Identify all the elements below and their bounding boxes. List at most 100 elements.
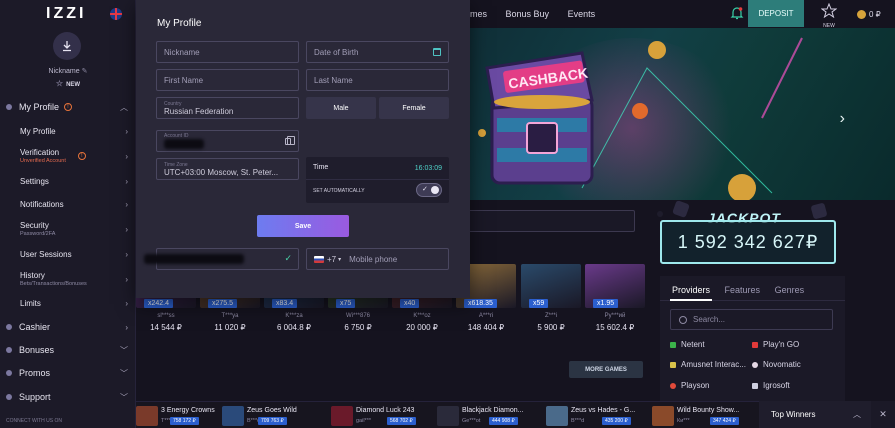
multiplier-badge: x242.4 [144,299,174,308]
tab-genres[interactable]: Genres [775,285,805,295]
sidebar: IZZI Nickname ✎ ☆ NEW My Profile ! ︿ My P… [0,0,136,428]
top-winners-button[interactable]: Top Winners ︿ [759,401,871,428]
wallet-icon [6,324,12,330]
ticker-item[interactable]: Zeus vs Hades - G... B***d 435 200 ₽ [546,406,646,426]
game-search-input[interactable] [442,210,635,232]
nickname-field[interactable]: Nickname [156,41,299,63]
sidebar-item-security[interactable]: Security Password/2FA › [20,221,136,237]
ticker-item[interactable]: Diamond Luck 243 gail*** 568 702 ₽ [331,406,431,426]
search-icon [679,315,687,324]
gender-male-button[interactable]: Male [306,97,376,119]
sidebar-item-my-profile-section[interactable]: My Profile ! ︿ [0,102,136,112]
save-button[interactable]: Save [257,215,349,237]
time-zone-field[interactable]: Time Zone UTC+03:00 Moscow, St. Peter... [156,158,299,180]
sidebar-item-promos[interactable]: Promos ﹀ [0,368,136,378]
ticker-item[interactable]: 3 Energy Crowns T*** 758 172 ₽ [136,406,236,426]
gender-female-button[interactable]: Female [379,97,449,119]
sidebar-item-notifications[interactable]: Notifications › [20,200,136,209]
provider-novomatic[interactable]: Novomatic [752,360,801,369]
copy-icon[interactable] [285,136,295,145]
chevron-up-icon: ︿ [120,102,128,112]
provider-playson[interactable]: Playson [670,381,709,390]
country-field[interactable]: Country Russian Federation [156,97,299,119]
winner-username: Wi***876 [345,313,370,319]
sidebar-item-limits[interactable]: Limits › [20,299,136,308]
account-id-field: Account ID [156,130,299,152]
win-amount: 148 404 ₽ [467,323,505,332]
providers-tabs: Providers Features Genres [672,285,816,295]
provider-playngo[interactable]: Play'n GO [752,340,799,349]
nav-events[interactable]: Events [568,9,596,19]
hero-banner[interactable]: CASHBACK › [442,28,895,200]
new-features-button[interactable]: NEW [818,2,840,29]
set-automatically-toggle[interactable]: ✓ [416,183,442,197]
playson-logo-icon [670,382,676,389]
multiplier-badge: x618.35 [464,299,497,308]
edit-icon[interactable]: ✎ [82,68,88,75]
game-tile[interactable]: x1.95 [585,264,645,308]
nav-bonus-buy[interactable]: Bonus Buy [506,9,550,19]
ticker-item[interactable]: Wild Bounty Show... Ки*** 347 424 ₽ [652,406,752,426]
deposit-button[interactable]: DEPOSIT [748,0,804,27]
ticker-game-name: Zeus vs Hades - G... [571,407,636,414]
date-of-birth-field[interactable]: Date of Birth [306,41,449,63]
game-thumbnail [136,406,158,426]
last-name-field[interactable]: Last Name [306,69,449,91]
avatar-upload-button[interactable] [53,32,81,60]
provider-netent[interactable]: Netent [670,340,705,349]
sidebar-item-support[interactable]: Support ﹀ [0,392,136,402]
winner-username: Z***i [544,313,557,319]
logo[interactable]: IZZI [46,5,86,23]
game-tile[interactable]: x59 [521,264,581,308]
win-amount: 20 000 ₽ [406,323,438,332]
phone-code-select[interactable]: +7 [327,255,336,264]
game-thumbnail [331,406,353,426]
tab-features[interactable]: Features [725,285,761,295]
divider [306,179,449,180]
gift-icon [6,347,12,353]
star-icon [820,2,838,19]
active-tab-indicator [670,299,712,301]
sidebar-item-user-sessions[interactable]: User Sessions › [20,250,136,259]
provider-igrosoft[interactable]: Igrosoft [752,381,790,390]
balance[interactable]: 0 ₽ [857,10,881,19]
email-field[interactable]: ✓ [144,248,299,270]
chevron-down-icon: ﹀ [120,345,128,355]
chevron-right-icon[interactable]: › [840,110,845,128]
provider-amusnet[interactable]: Amusnet Interac... [670,360,746,369]
nav-games[interactable]: mes [470,9,487,19]
calendar-icon[interactable] [433,48,441,56]
ticker-amount: 758 172 ₽ [170,417,199,425]
first-name-field[interactable]: First Name [156,69,299,91]
ticker-item[interactable]: Blackjack Diamon... Ge***ot 444 908 ₽ [437,406,537,426]
new-badge[interactable]: ☆ NEW [0,79,136,88]
win-amount: 15 602.4 ₽ [595,323,635,332]
mobile-phone-field[interactable]: +7 ▾ Mobile phone [306,248,449,270]
ticker-amount: 568 702 ₽ [387,417,416,425]
modal-title: My Profile [157,18,202,29]
ticker-item[interactable]: Zeus Goes Wild B***d 709 763 ₽ [222,406,322,426]
sidebar-item-bonuses[interactable]: Bonuses ﹀ [0,345,136,355]
jackpot-widget[interactable]: JACKPOT 1 592 342 627₽ [652,198,842,268]
profile-icon [6,104,12,110]
sidebar-item-cashier[interactable]: Cashier › [0,322,136,332]
winner-username: T***ya [221,313,239,319]
close-icon[interactable]: ✕ [871,401,895,428]
winner-username: K***za [285,313,303,319]
win-amount: 5 900 ₽ [537,323,565,332]
nickname-label[interactable]: Nickname ✎ [0,67,136,75]
winner-username: sl***ss [157,313,175,319]
language-flag-icon[interactable] [110,8,122,20]
sidebar-item-settings[interactable]: Settings › [20,177,136,186]
win-amount: 11 020 ₽ [214,323,246,332]
sidebar-item-verification[interactable]: Verification Unverified Account ! › [20,148,136,164]
chevron-right-icon: › [125,274,128,284]
provider-search-input[interactable]: Search... [670,309,833,330]
chevron-right-icon: › [125,177,128,186]
more-games-button[interactable]: MORE GAMES [569,361,643,378]
sidebar-item-my-profile[interactable]: My Profile › [20,127,136,136]
tab-providers[interactable]: Providers [672,285,710,295]
ticker-username: B***d [571,418,585,424]
bell-icon[interactable] [729,5,745,21]
sidebar-item-history[interactable]: History Bets/Transactions/Bonuses › [20,271,136,287]
